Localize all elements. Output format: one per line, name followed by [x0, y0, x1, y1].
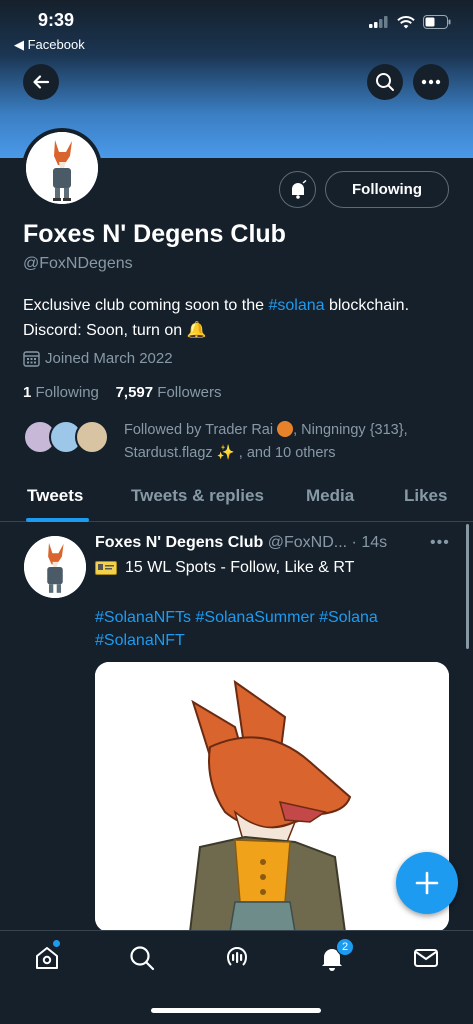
battery-icon [423, 15, 451, 29]
tweet-text: 15 WL Spots - Follow, Like & RT [95, 559, 354, 577]
tab-likes[interactable]: Likes [404, 486, 447, 506]
search-icon [376, 73, 394, 91]
mutual-avatar [75, 420, 109, 454]
following-button[interactable]: Following [325, 171, 449, 208]
profile-handle: @FoxNDegens [23, 255, 133, 272]
following-count: 1 [23, 384, 32, 401]
profile-name: Foxes N' Degens Club [23, 220, 286, 248]
bio-hashtag-link[interactable]: #solana [268, 297, 324, 314]
tweet-author-name[interactable]: Foxes N' Degens Club [95, 534, 263, 551]
tab-media[interactable]: Media [306, 486, 354, 506]
tweet-handle-time: @FoxND... · 14s [267, 534, 388, 551]
more-options-button[interactable] [413, 64, 449, 100]
scrollbar[interactable] [466, 524, 469, 649]
joined-date: Joined March 2022 [23, 350, 173, 367]
compose-tweet-button[interactable] [396, 852, 458, 914]
search-icon [130, 946, 155, 971]
profile-bio: Exclusive club coming soon to the #solan… [23, 293, 443, 343]
mail-icon [414, 949, 438, 967]
bell-add-icon [291, 179, 306, 199]
tweet-more-button[interactable]: ••• [430, 534, 450, 552]
active-tab-indicator [26, 518, 89, 522]
notification-badge: 2 [336, 938, 354, 956]
fox-avatar-image [26, 132, 98, 204]
tab-tweets-and-replies[interactable]: Tweets & replies [131, 486, 264, 506]
back-to-facebook-link[interactable]: ◀ Facebook [14, 37, 85, 53]
tweet-media-image[interactable] [95, 662, 449, 932]
arrow-left-icon [33, 75, 50, 89]
bio-text: Exclusive club coming soon to the [23, 297, 269, 314]
home-icon [36, 947, 58, 969]
following-link[interactable]: 1 Following [23, 384, 99, 401]
home-unread-dot [53, 940, 60, 947]
followed-by-text[interactable]: Followed by Trader Rai , Ningningy {313}… [124, 419, 454, 465]
home-indicator [151, 1008, 321, 1013]
nav-search[interactable] [127, 943, 157, 973]
status-icons [369, 15, 451, 29]
followers-link[interactable]: 7,597 Followers [116, 384, 222, 401]
nav-home[interactable] [32, 943, 62, 973]
fox-avatar-image [24, 536, 86, 598]
joined-text: Joined March 2022 [45, 350, 173, 367]
fox-artwork [95, 662, 449, 932]
spaces-icon [226, 947, 248, 966]
search-button[interactable] [367, 64, 403, 100]
calendar-icon [23, 351, 40, 367]
plus-icon [415, 871, 439, 895]
followed-by-prefix: Followed by Trader Rai [124, 422, 278, 438]
wifi-icon [397, 15, 415, 28]
tweet-hashtags[interactable]: #SolanaNFTs #SolanaSummer #Solana #Solan… [95, 606, 445, 652]
nav-messages[interactable] [411, 943, 441, 973]
nav-spaces[interactable] [222, 943, 252, 973]
tweet-body: 15 WL Spots - Follow, Like & RT [125, 559, 355, 576]
follow-stats: 1 Following 7,597 Followers [23, 384, 221, 401]
orange-circle-emoji [277, 421, 294, 437]
tweet-header: Foxes N' Degens Club @FoxND... · 14s [95, 534, 387, 552]
profile-avatar[interactable] [22, 128, 102, 208]
status-time: 9:39 [38, 10, 75, 30]
back-button[interactable] [23, 64, 59, 100]
mutual-followers-avatars[interactable] [23, 420, 109, 454]
more-icon [421, 79, 441, 85]
followers-label: Followers [157, 384, 222, 401]
followers-count: 7,597 [115, 384, 154, 401]
ticket-icon [95, 561, 117, 575]
notifications-toggle-button[interactable] [279, 171, 316, 208]
tweet-author-avatar[interactable] [24, 536, 86, 598]
profile-tabs: Tweets Tweets & replies Media Likes [0, 474, 473, 522]
tab-tweets[interactable]: Tweets [27, 486, 83, 506]
signal-icon [369, 16, 388, 28]
following-label: Following [35, 384, 99, 401]
